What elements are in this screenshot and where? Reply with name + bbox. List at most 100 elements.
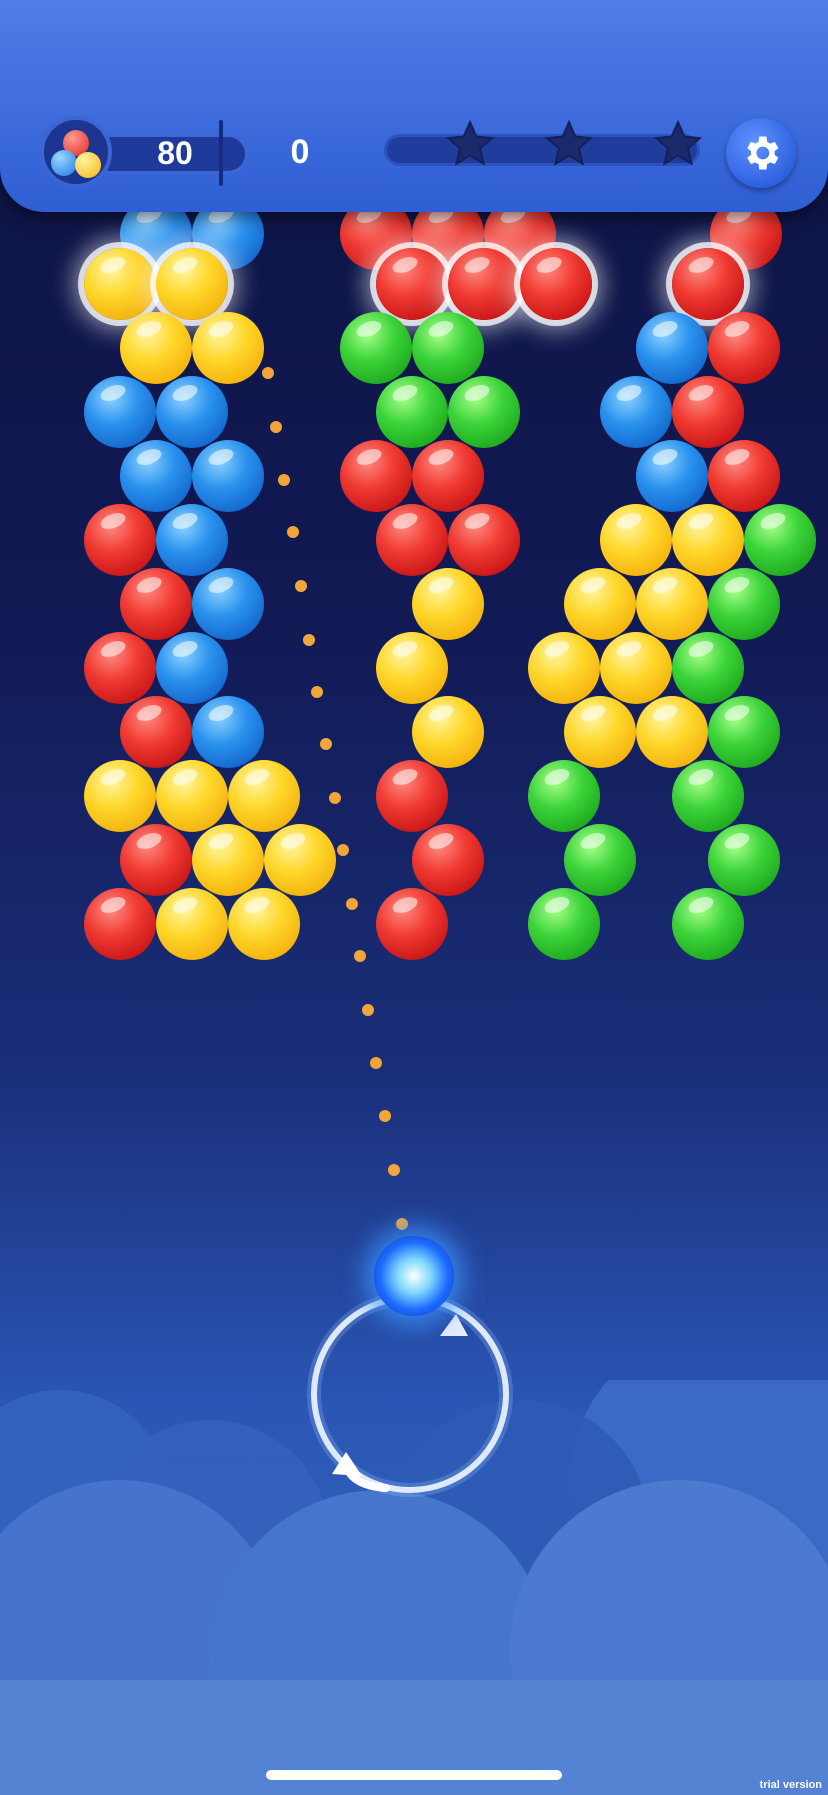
trajectory-dot (362, 1004, 374, 1016)
red-bubble (412, 440, 484, 512)
yellow-bubble (156, 888, 228, 960)
green-bubble (708, 824, 780, 896)
bubble-shine (462, 509, 492, 533)
home-indicator[interactable] (266, 1770, 562, 1780)
yellow-bubble (636, 696, 708, 768)
blue-bubble (156, 632, 228, 704)
watermark: trial version (759, 1779, 822, 1791)
bubble-shine (98, 893, 128, 917)
bubble-shine (686, 765, 716, 789)
bubble-shine (170, 381, 200, 405)
bubble-shine (686, 893, 716, 917)
trajectory-dot (337, 844, 349, 856)
yellow-bubble (84, 760, 156, 832)
yellow-bubble (600, 632, 672, 704)
bubble-shine (170, 253, 200, 277)
bubble-shine (650, 573, 680, 597)
yellow-bubble (228, 888, 300, 960)
trajectory-dot (287, 526, 299, 538)
star-icon (653, 119, 703, 166)
trajectory-dot (346, 898, 358, 910)
bubble-shine (426, 829, 456, 853)
bubble-shine (614, 381, 644, 405)
bubble-shine (686, 253, 716, 277)
bubble-shine (206, 445, 236, 469)
mini-yellow-bubble (75, 152, 101, 178)
yellow-bubble (412, 696, 484, 768)
bubble-shine (206, 829, 236, 853)
bubble-shine (170, 637, 200, 661)
blue-bubble (156, 504, 228, 576)
green-bubble (708, 696, 780, 768)
blue-bubble (600, 376, 672, 448)
red-bubble (376, 248, 448, 320)
red-bubble (520, 248, 592, 320)
shooter-bubble[interactable] (374, 1236, 454, 1316)
bubble-shine (206, 573, 236, 597)
bubble-shine (542, 893, 572, 917)
bubble-shine (650, 445, 680, 469)
bubble-shine (170, 893, 200, 917)
bubble-shine (390, 509, 420, 533)
bubble-shine (278, 829, 308, 853)
green-bubble (528, 760, 600, 832)
hud-header: 80 0 (0, 0, 828, 212)
green-bubble (672, 760, 744, 832)
red-bubble (448, 504, 520, 576)
bubbles-remaining-value: 80 (157, 135, 193, 171)
bubble-shine (98, 381, 128, 405)
red-bubble (84, 504, 156, 576)
bubble-shine (686, 637, 716, 661)
bubble-shine (722, 317, 752, 341)
trajectory-dot (329, 792, 341, 804)
star-icon (445, 119, 495, 166)
bubble-shine (206, 317, 236, 341)
settings-button[interactable] (726, 118, 796, 188)
bubble-shine (134, 701, 164, 725)
yellow-bubble (192, 312, 264, 384)
bubble-shine (426, 317, 456, 341)
red-bubble (672, 248, 744, 320)
bubble-shine (722, 573, 752, 597)
trajectory-dot (311, 686, 323, 698)
bubble-shine (686, 509, 716, 533)
bubble-shine (426, 573, 456, 597)
green-bubble (448, 376, 520, 448)
bubble-shine (170, 765, 200, 789)
bubble-shine (354, 445, 384, 469)
bubble-shine (98, 765, 128, 789)
red-bubble (120, 568, 192, 640)
bubbles-icon (40, 116, 112, 188)
blue-bubble (636, 440, 708, 512)
green-bubble (744, 504, 816, 576)
yellow-bubble (672, 504, 744, 576)
red-bubble (340, 440, 412, 512)
bubble-shine (134, 829, 164, 853)
bubble-shine (722, 701, 752, 725)
bubble-shine (98, 253, 128, 277)
green-bubble (672, 632, 744, 704)
score-value: 0 (290, 133, 310, 171)
bubble-shine (390, 893, 420, 917)
bubble-shine (758, 509, 788, 533)
red-bubble (672, 376, 744, 448)
bubble-shine (134, 573, 164, 597)
green-bubble (672, 888, 744, 960)
blue-bubble (120, 440, 192, 512)
bubble-shine (426, 701, 456, 725)
star-icon (544, 119, 594, 166)
trajectory-dot (370, 1057, 382, 1069)
bubble-shine (242, 893, 272, 917)
bubble-shine (614, 637, 644, 661)
trajectory-dot (388, 1164, 400, 1176)
bubble-shine (98, 637, 128, 661)
red-bubble (708, 312, 780, 384)
bubble-shine (390, 637, 420, 661)
swap-ring[interactable] (306, 1290, 514, 1498)
bubble-shine (134, 445, 164, 469)
trajectory-dot (262, 367, 274, 379)
bubbles-remaining: 80 (40, 116, 248, 188)
bubble-shine (170, 509, 200, 533)
green-bubble (376, 376, 448, 448)
red-bubble (84, 888, 156, 960)
